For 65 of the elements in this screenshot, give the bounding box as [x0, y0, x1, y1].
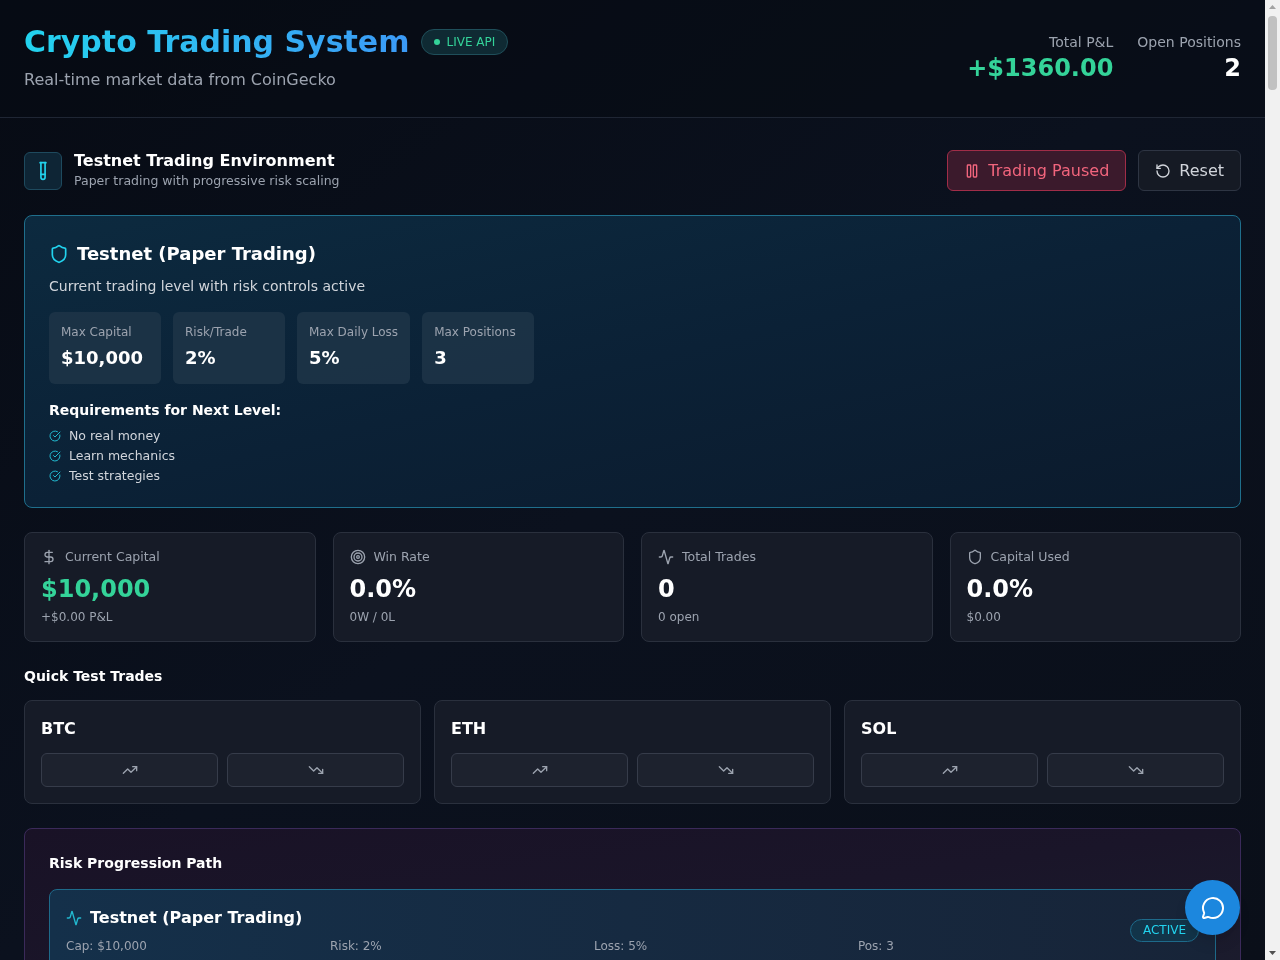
asset-symbol: SOL [861, 718, 898, 740]
metric-value: $10,000 [41, 574, 152, 605]
metric-label: Win Rate [373, 549, 430, 565]
metric-value: 0 [658, 574, 676, 605]
risk-level-limit: Risk: 2% [330, 938, 383, 954]
limit-label: Risk/Trade [185, 324, 248, 340]
limit-value: 5% [309, 346, 341, 370]
trend-down-button[interactable] [637, 753, 814, 787]
requirements-heading: Requirements for Next Level: [49, 401, 283, 420]
limit-label: Max Positions [434, 324, 517, 340]
live-api-label: LIVE API [446, 34, 496, 50]
limit-value: $10,000 [61, 346, 144, 370]
metric-detail: 0W / 0L [349, 609, 396, 625]
summary-value: 2 [1224, 53, 1241, 84]
environment-title: Testnet Trading Environment [74, 150, 336, 171]
summary-value: +$1360.00 [967, 53, 1114, 84]
activity-icon [658, 549, 674, 565]
asset-symbol: ETH [451, 718, 488, 740]
metric-detail: 0 open [658, 609, 701, 625]
reset-button[interactable]: Reset [1138, 150, 1241, 191]
shield-icon [49, 244, 69, 264]
chat-bubble-icon [1200, 895, 1225, 920]
quick-trades-heading: Quick Test Trades [24, 667, 164, 686]
requirement-text: Test strategies [69, 467, 160, 485]
scrollbar[interactable] [1265, 0, 1280, 960]
trend-up-button[interactable] [861, 753, 1038, 787]
metric-label: Capital Used [990, 549, 1070, 565]
summary-label: Open Positions [1137, 33, 1241, 52]
target-icon [349, 549, 366, 565]
limit-value: 2% [185, 346, 217, 370]
metric-value: 0.0% [966, 574, 1035, 605]
trend-down-button[interactable] [1047, 753, 1224, 787]
risk-level-limit: Pos: 3 [857, 938, 895, 954]
trading-paused-button[interactable]: Trading Paused [947, 150, 1127, 191]
scroll-up-icon [1269, 5, 1276, 9]
risk-path-heading: Risk Progression Path [49, 854, 224, 873]
requirement-text: No real money [69, 427, 161, 445]
summary-label: Total P&L [1049, 33, 1114, 52]
risk-level-limit: Loss: 5% [593, 938, 649, 954]
level-description: Current trading level with risk controls active [49, 277, 367, 296]
limit-label: Max Capital [61, 324, 133, 340]
limit-label: Max Daily Loss [309, 324, 399, 340]
limit-value: 3 [434, 346, 448, 370]
risk-level-limit: Cap: $10,000 [66, 938, 148, 954]
dollar-icon [41, 549, 57, 565]
metric-detail: +$0.00 P&L [41, 609, 114, 625]
asset-symbol: BTC [41, 718, 77, 740]
risk-level-title: Testnet (Paper Trading) [90, 907, 303, 929]
shield-icon [966, 549, 983, 565]
metric-detail: $0.00 [966, 609, 1002, 625]
scrollbar-thumb[interactable] [1268, 16, 1277, 90]
activity-icon [66, 910, 82, 926]
app-subtitle: Real-time market data from CoinGecko [24, 69, 337, 91]
reset-icon [1155, 162, 1172, 179]
trend-up-button[interactable] [451, 753, 628, 787]
trend-up-button[interactable] [41, 753, 218, 787]
metric-value: 0.0% [349, 574, 418, 605]
scroll-down-icon [1269, 951, 1276, 955]
environment-subtitle: Paper trading with progressive risk scaling [74, 171, 340, 190]
metric-label: Total Trades [682, 549, 756, 565]
requirement-text: Learn mechanics [69, 447, 175, 465]
level-title: Testnet (Paper Trading) [77, 242, 316, 266]
metric-label: Current Capital [65, 549, 160, 565]
test-tube-icon [24, 151, 62, 190]
trend-down-button[interactable] [227, 753, 404, 787]
